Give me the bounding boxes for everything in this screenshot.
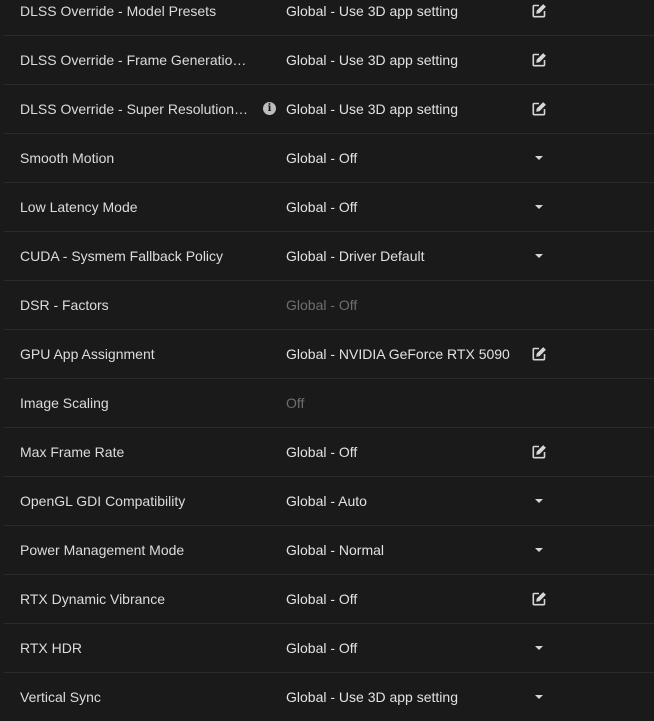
setting-name: Vertical Sync [20,689,101,705]
setting-row[interactable]: DLSS Override - Model Presets Global - Us… [4,0,654,36]
setting-name: Low Latency Mode [20,199,138,215]
chevron-down-icon[interactable] [530,150,548,166]
setting-value[interactable]: Global - Auto [286,477,367,525]
info-icon[interactable]: i [263,102,276,115]
settings-list: DLSS Override - Model Presets Global - Us… [0,0,654,705]
setting-row[interactable]: OpenGL GDI Compatibility Global - Auto [4,477,654,526]
setting-value[interactable]: Global - NVIDIA GeForce RTX 5090 [286,330,510,378]
edit-icon[interactable] [530,101,548,117]
setting-row[interactable]: DLSS Override - Frame Generatio… Global -… [4,36,654,85]
setting-name: OpenGL GDI Compatibility [20,493,186,509]
chevron-down-icon[interactable] [530,689,548,705]
setting-value[interactable]: Global - Off [286,183,357,231]
setting-name: RTX Dynamic Vibrance [20,591,165,607]
setting-value[interactable]: Global - Off [286,134,357,182]
setting-name: DLSS Override - Frame Generatio… [20,52,247,68]
setting-value[interactable]: Global - Normal [286,526,384,574]
setting-row[interactable]: CUDA - Sysmem Fallback Policy Global - Dr… [4,232,654,281]
edit-icon[interactable] [530,3,548,19]
setting-row[interactable]: Smooth Motion Global - Off [4,134,654,183]
setting-row[interactable]: Power Management Mode Global - Normal [4,526,654,575]
setting-row[interactable]: RTX HDR Global - Off [4,624,654,673]
setting-value[interactable]: Global - Off [286,624,357,672]
setting-name: Max Frame Rate [20,444,125,460]
setting-value[interactable]: Global - Off [286,575,357,623]
setting-value[interactable]: Global - Use 3D app setting [286,0,458,35]
edit-icon[interactable] [530,52,548,68]
setting-value[interactable]: Global - Off [286,428,357,476]
edit-icon[interactable] [530,444,548,460]
setting-row[interactable]: Image Scaling Off [4,379,654,428]
chevron-down-icon[interactable] [530,199,548,215]
setting-row[interactable]: Vertical Sync Global - Use 3D app setting [4,673,654,721]
setting-name: DLSS Override - Super Resolution … [20,101,250,117]
setting-name: DLSS Override - Model Presets [20,3,217,19]
setting-value[interactable]: Global - Use 3D app setting [286,85,458,133]
setting-row[interactable]: DSR - Factors Global - Off [4,281,654,330]
setting-row[interactable]: RTX Dynamic Vibrance Global - Off [4,575,654,624]
setting-name: Image Scaling [20,395,109,411]
setting-name: CUDA - Sysmem Fallback Policy [20,248,224,264]
chevron-down-icon[interactable] [530,493,548,509]
setting-value: Global - Off [286,297,358,313]
setting-name: Smooth Motion [20,150,115,166]
setting-name: DSR - Factors [20,297,109,313]
setting-row[interactable]: GPU App Assignment Global - NVIDIA GeForc… [4,330,654,379]
setting-row[interactable]: Low Latency Mode Global - Off [4,183,654,232]
setting-name: GPU App Assignment [20,346,155,362]
chevron-down-icon[interactable] [530,542,548,558]
chevron-down-icon[interactable] [530,248,548,264]
setting-value[interactable]: Global - Use 3D app setting [286,673,458,721]
setting-row[interactable]: DLSS Override - Super Resolution … i Globa… [4,85,654,134]
edit-icon[interactable] [530,346,548,362]
setting-value[interactable]: Global - Use 3D app setting [286,36,458,84]
setting-name: Power Management Mode [20,542,185,558]
setting-value: Off [286,395,305,411]
setting-name: RTX HDR [20,640,82,656]
chevron-down-icon[interactable] [530,640,548,656]
edit-icon[interactable] [530,591,548,607]
setting-value[interactable]: Global - Driver Default [286,232,425,280]
setting-row[interactable]: Max Frame Rate Global - Off [4,428,654,477]
